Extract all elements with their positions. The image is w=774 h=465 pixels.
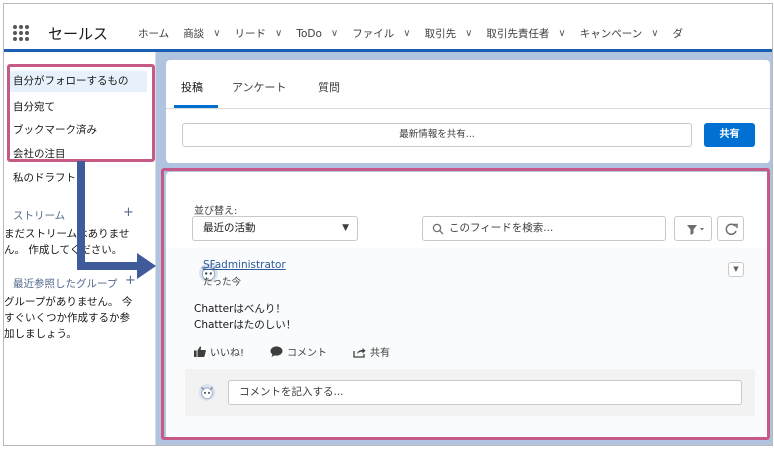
salesforce-window: セールス ホーム 商談 ∨ リード ∨ ToDo ∨ ファイル ∨ 取引先 ∨ 取引先責任者 ∨ キャンペ…: [3, 3, 773, 446]
callout-arrow-icon: [77, 161, 156, 279]
